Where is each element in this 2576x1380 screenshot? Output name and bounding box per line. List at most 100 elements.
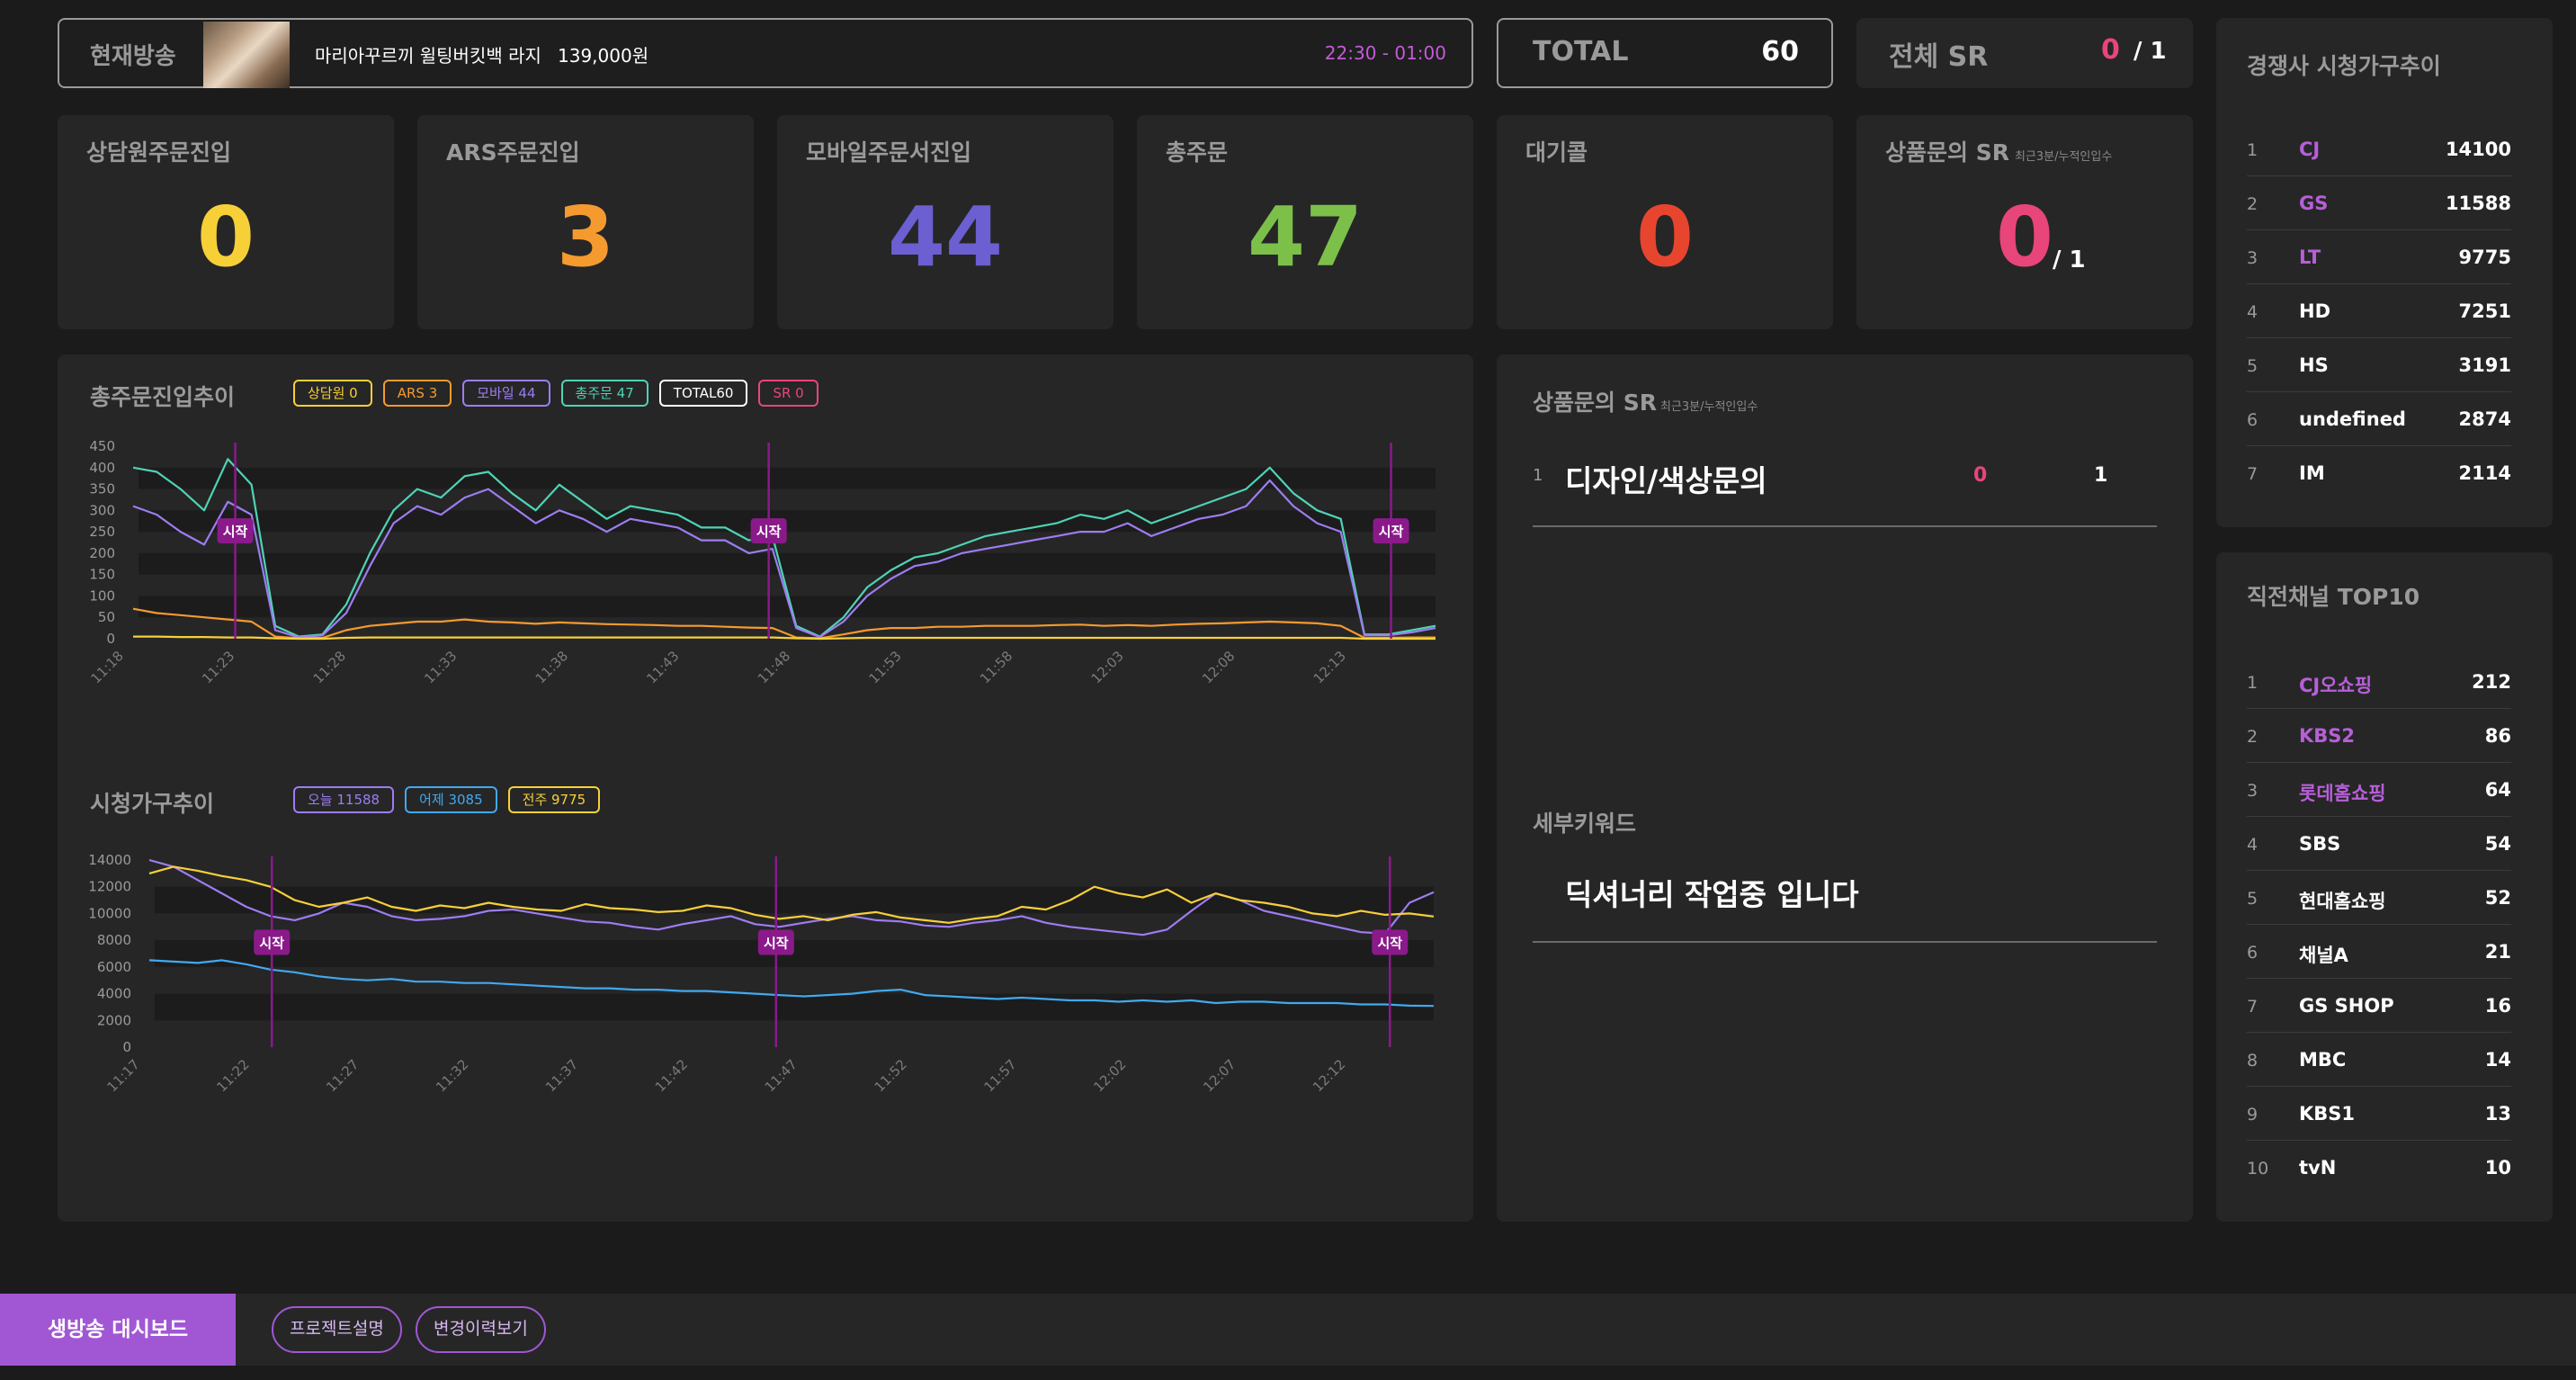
direct-channel-row[interactable]: 2 KBS2 86 [2247,709,2511,763]
change-history-button[interactable]: 변경이력보기 [416,1306,546,1353]
x-tick-label: 12:12 [1310,1056,1348,1095]
card-product-sr: 상품문의 SR 최근3분/누적인입수 0 / 1 [1856,115,2193,329]
direct-channel-row[interactable]: 7 GS SHOP 16 [2247,979,2511,1033]
direct-channel-list: 1 CJ오쇼핑 212 2 KBS2 86 3 롯데홈쇼핑 64 4 SBS 54 5 현대홈쇼핑 52 6 채… [2247,655,2511,1195]
y-tick-label: 14000 [88,852,131,868]
broadcast-time: 22:30 - 01:00 [1324,42,1446,64]
x-tick-label: 11:22 [213,1056,252,1095]
rank-name: MBC [2299,1049,2347,1071]
rank-number: 5 [2247,889,2258,909]
competitor-row[interactable]: 2 GS 11588 [2247,176,2511,230]
rank-value: 64 [2484,779,2511,801]
order-trend-chart: 0 50 100 150 200 250 300 350 400 450 11:18 11:23 11:… [88,438,1436,686]
product-sr-title: 상품문의 SR 최근3분/누적인입수 [1533,385,1758,417]
direct-channel-row[interactable]: 4 SBS 54 [2247,817,2511,871]
direct-channel-row[interactable]: 8 MBC 14 [2247,1033,2511,1087]
rank-number: 3 [2247,248,2258,268]
rank-number: 3 [2247,781,2258,801]
direct-channel-row[interactable]: 5 현대홈쇼핑 52 [2247,871,2511,925]
y-tick-label: 400 [89,460,115,476]
x-tick-label: 11:43 [643,648,682,686]
rank-number: 2 [2247,727,2258,747]
row-number: 1 [1533,466,1543,485]
project-description-button[interactable]: 프로젝트설명 [272,1306,402,1353]
competitor-row[interactable]: 5 HS 3191 [2247,338,2511,392]
rank-name: tvN [2299,1157,2337,1178]
rank-name: 현대홈쇼핑 [2299,891,2386,912]
row-name: 디자인/색상문의 [1565,463,1767,498]
x-tick-label: 11:18 [88,648,127,686]
rank-value: 14 [2484,1049,2511,1071]
x-tick-label: 12:08 [1199,648,1238,686]
direct-channel-row[interactable]: 10 tvN 10 [2247,1141,2511,1195]
direct-channel-row[interactable]: 6 채널A 21 [2247,925,2511,979]
legend-item-order-4[interactable]: TOTAL60 [658,380,748,407]
card-mobile-orders: 모바일주문서진입 44 [777,115,1114,329]
card-ars-orders: ARS주문진입 3 [417,115,754,329]
direct-channel-row[interactable]: 3 롯데홈쇼핑 64 [2247,763,2511,817]
rank-value: 2114 [2458,462,2511,484]
x-tick-label: 11:17 [104,1056,143,1095]
x-tick-label: 11:47 [762,1056,801,1095]
total-value: 60 [1761,36,1799,67]
rank-name: CJ [2299,139,2321,160]
grid-band [155,993,1434,1021]
keyword-text: 딕셔너리 작업중 입니다 [1565,877,1859,912]
grid-band [139,467,1436,489]
competitor-list: 1 CJ 14100 2 GS 11588 3 LT 9775 4 HD 7251 5 HS 3191 6 un… [2247,122,2511,500]
start-marker-label: 시작 [1379,524,1404,540]
competitor-row[interactable]: 3 LT 9775 [2247,230,2511,284]
y-tick-label: 100 [89,587,115,604]
direct-channel-row[interactable]: 9 KBS1 13 [2247,1087,2511,1141]
y-tick-label: 150 [89,567,115,583]
competitor-row[interactable]: 1 CJ 14100 [2247,122,2511,176]
y-tick-label: 250 [89,524,115,540]
y-tick-label: 350 [89,481,115,497]
product-sr-row[interactable]: 1 디자인/색상문의 0 1 [1533,444,2157,527]
legend-item-order-3[interactable]: 총주문 47 [560,380,648,407]
rank-value: 13 [2484,1103,2511,1125]
y-tick-label: 6000 [97,959,131,975]
total-sr-box: 전체 SR 0 / 1 [1856,18,2193,88]
x-tick-label: 11:42 [652,1056,691,1095]
rank-number: 4 [2247,302,2258,322]
rank-number: 4 [2247,835,2258,855]
rank-value: 7251 [2458,300,2511,322]
legend-item-order-2[interactable]: 모바일 44 [462,380,550,407]
grid-band [155,940,1434,967]
x-tick-label: 12:07 [1200,1056,1239,1095]
total-box: TOTAL 60 [1497,18,1833,88]
x-tick-label: 12:02 [1090,1056,1129,1095]
rank-name: IM [2299,462,2325,484]
start-marker-label: 시작 [756,524,782,540]
competitor-row[interactable]: 4 HD 7251 [2247,284,2511,338]
x-tick-label: 12:03 [1088,648,1127,686]
legend-item-order-0[interactable]: 상담원 0 [293,380,372,407]
card-title: ARS주문진입 [446,139,580,166]
total-sr-value: 0 [2101,34,2120,66]
direct-channel-title: 직전채널 TOP10 [2247,584,2420,610]
competitor-title: 경쟁사 시청가구추이 [2247,53,2441,79]
y-tick-label: 200 [89,545,115,561]
y-tick-label: 0 [122,1039,131,1055]
start-marker-label: 시작 [1377,936,1402,952]
dashboard-brand-button[interactable]: 생방송 대시보드 [0,1294,236,1366]
rank-number: 1 [2247,673,2258,693]
footer-bar: 생방송 대시보드 프로젝트설명 변경이력보기 [0,1294,2576,1366]
product-thumbnail[interactable] [203,22,290,88]
direct-channel-row[interactable]: 1 CJ오쇼핑 212 [2247,655,2511,709]
rank-number: 1 [2247,140,2258,160]
on-air-bar: 현재방송 마리아꾸르끼 윌팅버킷백 라지 139,000원 22:30 - 01… [58,18,1473,88]
legend-item-order-1[interactable]: ARS 3 [382,380,452,407]
row-total: 1 [2094,464,2108,487]
keyword-box: 딕셔너리 작업중 입니다 [1533,860,2157,943]
rank-value: 21 [2484,941,2511,963]
rank-number: 5 [2247,356,2258,376]
y-tick-label: 12000 [88,879,131,895]
competitor-row[interactable]: 6 undefined 2874 [2247,392,2511,446]
order-trend-legend: 상담원 0 ARS 3 모바일 44 총주문 47 TOTAL60 SR 0 [293,380,818,407]
start-marker-label: 시작 [764,936,789,952]
rank-number: 6 [2247,943,2258,963]
legend-item-order-5[interactable]: SR 0 [758,380,818,407]
competitor-row[interactable]: 7 IM 2114 [2247,446,2511,500]
